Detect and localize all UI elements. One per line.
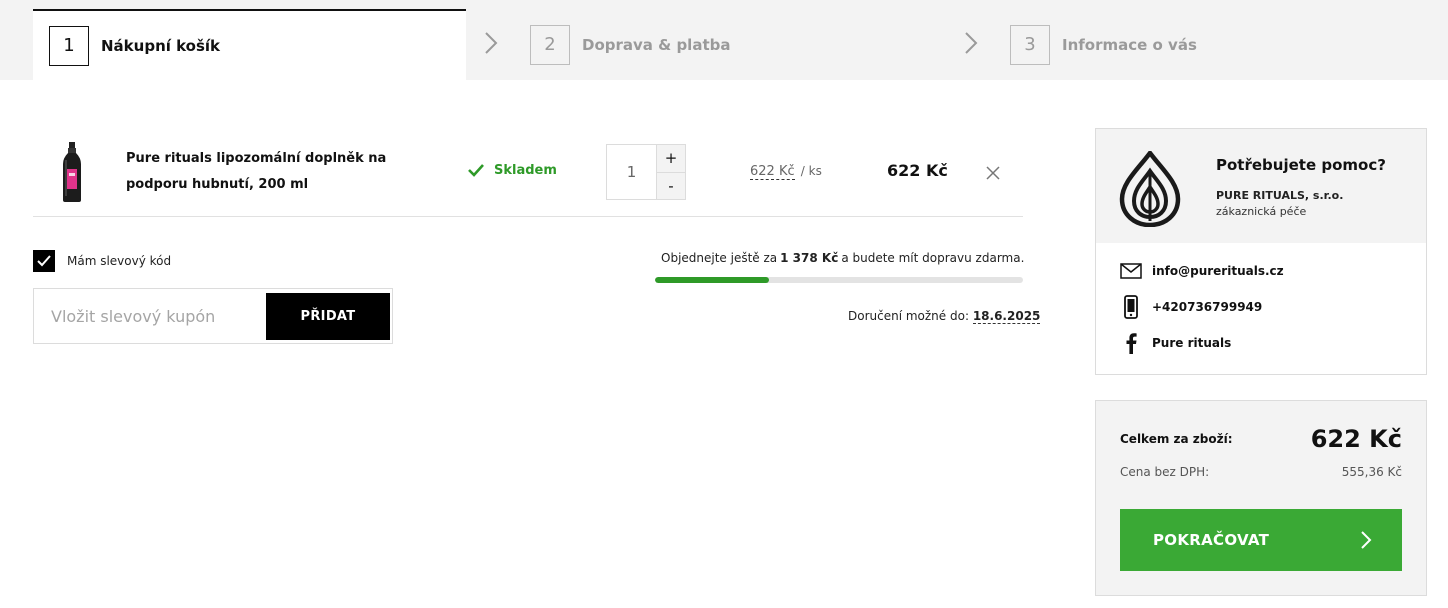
total-value: 622 Kč [1310,425,1402,453]
coupon-form: PŘIDAT [33,288,393,344]
coupon-input[interactable] [35,290,265,342]
total-label: Celkem za zboží: [1120,432,1233,446]
phone-link[interactable]: +420736799949 [1120,295,1262,319]
quantity-increase-button[interactable]: + [657,145,685,172]
facebook-text[interactable]: Pure rituals [1152,336,1231,350]
help-subtitle: zákaznická péče [1216,205,1307,218]
step-number: 3 [1010,24,1050,65]
stock-label: Skladem [494,162,557,178]
help-title: Potřebujete pomoc? [1216,156,1386,174]
shipping-text-after: a budete mít dopravu zdarma. [841,251,1025,265]
product-image[interactable] [61,142,83,202]
phone-text[interactable]: +420736799949 [1152,300,1262,314]
delivery-date[interactable]: 18.6.2025 [972,309,1041,324]
phone-icon [1120,295,1142,319]
cart-item-row: Pure rituals lipozomální doplněk na podp… [33,128,1023,217]
checkbox-checked[interactable] [33,250,55,272]
add-coupon-button[interactable]: PŘIDAT [266,293,390,340]
item-total-price: 622 Kč [887,161,948,180]
chevron-right-icon [1361,531,1372,549]
product-name-link[interactable]: Pure rituals lipozomální doplněk na podp… [126,146,436,198]
step-label: Doprava & platba [582,35,731,54]
coupon-checkbox[interactable]: Mám slevový kód [33,250,171,272]
coupon-checkbox-label[interactable]: Mám slevový kód [67,254,171,268]
net-price-value: 555,36 Kč [1341,465,1402,479]
mail-icon [1120,263,1142,279]
step-shipping-payment[interactable]: 2 Doprava & platba [530,9,730,80]
free-shipping-progress: Objednejte ještě za 1 378 Kč a budete mí… [655,249,1025,283]
step-label: Nákupní košík [101,36,221,55]
step-customer-info[interactable]: 3 Informace o vás [1010,9,1197,80]
order-summary: Celkem za zboží: 622 Kč Cena bez DPH: 55… [1095,400,1427,596]
unit-price-value: 622 Kč [750,164,795,180]
close-icon [986,166,1000,180]
quantity-stepper: 1 + - [606,144,686,200]
shipping-progress-fill [655,277,770,283]
check-icon [468,164,484,177]
continue-button[interactable]: POKRAČOVAT [1120,509,1402,571]
checkout-steps: 1 Nákupní košík 2 Doprava & platba 3 Inf… [0,0,1448,80]
unit-price: 622 Kč / ks [750,164,822,180]
logo-icon [1118,149,1182,228]
email-text[interactable]: info@purerituals.cz [1152,264,1284,278]
chevron-right-icon [479,28,503,58]
delivery-label: Doručení možné do: [848,309,969,323]
check-icon [37,255,51,267]
quantity-input[interactable]: 1 [607,145,657,199]
shipping-text-before: Objednejte ještě za [661,251,778,265]
delivery-info: Doručení možné do: 18.6.2025 [848,309,1041,324]
step-number: 2 [530,24,570,65]
quantity-decrease-button[interactable]: - [657,171,685,199]
net-price-label: Cena bez DPH: [1120,465,1210,479]
step-cart[interactable]: 1 Nákupní košík [33,9,466,80]
stock-status: Skladem [467,162,557,178]
shipping-amount: 1 378 Kč [780,251,839,265]
shipping-progress-bar [655,277,1023,283]
step-label: Informace o vás [1062,35,1197,54]
help-box: Potřebujete pomoc? PURE RITUALS, s.r.o. … [1095,128,1427,375]
facebook-link[interactable]: Pure rituals [1120,332,1231,354]
continue-label: POKRAČOVAT [1153,531,1270,549]
help-company: PURE RITUALS, s.r.o. [1216,189,1344,202]
chevron-right-icon [959,28,983,58]
unit-suffix: / ks [800,164,822,178]
facebook-icon [1120,332,1142,354]
remove-item-button[interactable] [985,165,1001,181]
step-number: 1 [49,25,89,66]
email-link[interactable]: info@purerituals.cz [1120,263,1284,279]
